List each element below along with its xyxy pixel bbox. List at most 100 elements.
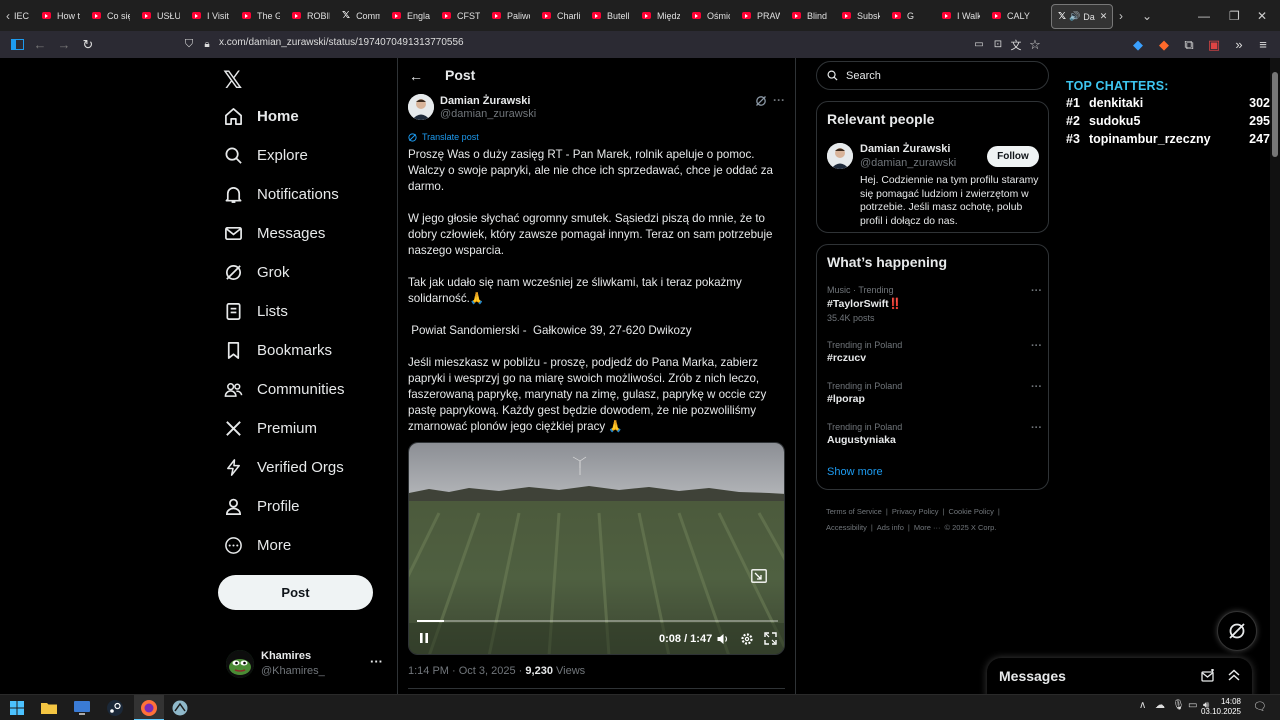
relevant-person-handle[interactable]: @damian_zurawski [860, 157, 956, 169]
post-button[interactable]: Post [218, 575, 373, 610]
footer-link[interactable]: Ads info [877, 523, 904, 532]
video-player[interactable]: 0:08 / 1:47 [408, 442, 785, 655]
relevant-person-name[interactable]: Damian Żurawski [860, 143, 950, 155]
browser-tab[interactable]: Paliwo [480, 0, 530, 31]
bookmark-star-icon[interactable]: ☆ [1025, 31, 1045, 58]
author-handle[interactable]: @damian_zurawski [440, 108, 536, 120]
author-name[interactable]: Damian Żurawski [440, 95, 530, 107]
overflow-chevrons-icon[interactable]: » [1229, 31, 1249, 58]
browser-tab[interactable]: Międz [630, 0, 680, 31]
footer-link[interactable]: Terms of Service [826, 507, 882, 516]
pause-icon[interactable] [417, 631, 431, 645]
url-field[interactable]: x.com/damian_zurawski/status/19740704913… [219, 37, 464, 48]
show-more-link[interactable]: Show more [827, 466, 883, 478]
fullscreen-icon[interactable] [764, 632, 777, 645]
notification-center-icon[interactable]: 🗨︎ [1253, 700, 1267, 713]
translate-post-link[interactable]: Translate post [408, 132, 479, 142]
microphone-icon[interactable]: 🎙︎ [1172, 700, 1185, 711]
browser-tab[interactable]: Co się [80, 0, 130, 31]
browser-tab[interactable]: How t [30, 0, 80, 31]
firefox-taskbar-button[interactable] [134, 695, 164, 720]
grok-explain-icon[interactable] [755, 95, 767, 107]
settings-gear-icon[interactable] [740, 632, 754, 646]
author-avatar[interactable] [408, 94, 434, 120]
app-icon[interactable] [171, 699, 189, 717]
nav-grok[interactable]: Grok [224, 261, 290, 283]
browser-tab[interactable]: Charli [530, 0, 580, 31]
shield-icon[interactable]: ⛉ [179, 31, 199, 58]
nav-home[interactable]: Home [224, 105, 299, 127]
minimize-icon[interactable]: — [1198, 0, 1210, 31]
post-timestamp[interactable]: 1:14 PM · Oct 3, 2025 [408, 665, 516, 677]
file-explorer-icon[interactable] [40, 699, 58, 717]
browser-tab[interactable]: I Visit [180, 0, 230, 31]
browser-tab[interactable]: USŁUC [130, 0, 180, 31]
scrollbar-thumb[interactable] [1272, 72, 1278, 157]
extension-fox-icon[interactable]: ◆ [1154, 31, 1174, 58]
browser-tab[interactable]: ROBIN [280, 0, 330, 31]
footer-link[interactable]: © 2025 X Corp. [945, 523, 997, 532]
tab-scroll-right-icon[interactable]: › [1119, 0, 1123, 31]
screenshot-icon[interactable]: ⊡ [988, 31, 1008, 58]
trend-item[interactable]: Trending in Poland #lporap ··· [827, 381, 1042, 405]
search-input[interactable] [846, 69, 1026, 82]
footer-link[interactable]: Privacy Policy [892, 507, 939, 516]
browser-tab[interactable]: IEC [0, 0, 30, 31]
browser-tab[interactable]: Engla [380, 0, 430, 31]
nav-bookmarks[interactable]: Bookmarks [224, 339, 332, 361]
tab-scroll-left-icon[interactable]: ‹ [6, 0, 10, 31]
new-message-icon[interactable] [1201, 669, 1215, 683]
maximize-icon[interactable]: ❐ [1229, 0, 1240, 31]
volume-icon[interactable] [716, 632, 730, 646]
trend-item[interactable]: Trending in Poland Augustyniaka ··· [827, 422, 1042, 446]
nav-verified-orgs[interactable]: Verified Orgs [224, 456, 344, 478]
browser-tab[interactable]: CFSTV [430, 0, 480, 31]
nav-explore[interactable]: Explore [224, 144, 308, 166]
trend-more-icon[interactable]: ··· [1031, 340, 1042, 352]
browser-tab[interactable]: CALY [980, 0, 1030, 31]
browser-tab[interactable]: Butell [580, 0, 630, 31]
tab-list-dropdown-icon[interactable]: ⌄ [1142, 0, 1152, 31]
browser-tab[interactable]: Ośmic [680, 0, 730, 31]
expand-chevrons-icon[interactable] [1227, 668, 1241, 682]
back-arrow-icon[interactable]: ← [409, 68, 423, 84]
reload-icon[interactable]: ↻ [78, 31, 98, 58]
grok-floating-button[interactable] [1217, 611, 1257, 651]
browser-tab[interactable]: 𝕏 Comm [330, 0, 380, 31]
browser-tab[interactable]: Blind [780, 0, 830, 31]
close-window-icon[interactable]: ✕ [1257, 0, 1267, 31]
trend-item[interactable]: Trending in Poland #rczucv ··· [827, 340, 1042, 364]
footer-link[interactable]: More ··· [914, 523, 941, 532]
onedrive-icon[interactable]: ☁ [1155, 700, 1165, 711]
translate-icon[interactable]: 文 [1006, 31, 1026, 58]
back-icon[interactable]: ← [30, 31, 50, 58]
browser-tab[interactable]: The G [230, 0, 280, 31]
app-menu-icon[interactable]: ≡ [1253, 31, 1273, 58]
footer-link[interactable]: Accessibility [826, 523, 867, 532]
trend-more-icon[interactable]: ··· [1031, 422, 1042, 434]
search-box[interactable] [816, 61, 1049, 90]
lock-icon[interactable]: 🔒︎ [197, 31, 217, 58]
x-home-logo-icon[interactable]: 𝕏 [223, 66, 242, 95]
sidebar-toggle-icon[interactable] [7, 31, 27, 58]
footer-link[interactable]: Cookie Policy [948, 507, 993, 516]
trend-item[interactable]: Music · Trending #TaylorSwift‼️ 35.4K po… [827, 285, 1042, 323]
clock[interactable]: 14:08 03.10.2025 [1195, 697, 1241, 717]
account-switcher[interactable]: Khamires @Khamires_ ··· [226, 648, 386, 682]
browser-tab[interactable]: Subsk [830, 0, 880, 31]
nav-lists[interactable]: Lists [224, 300, 288, 322]
tray-chevron-icon[interactable]: ∧ [1139, 700, 1146, 711]
extensions-icon[interactable]: ⧉ [1179, 31, 1199, 58]
account-menu-icon[interactable]: ··· [370, 654, 383, 669]
relevant-person-avatar[interactable] [827, 143, 853, 169]
nav-notifications[interactable]: Notifications [224, 183, 339, 205]
monitor-app-icon[interactable] [73, 699, 91, 717]
extension-shield-icon[interactable]: ◆ [1128, 31, 1148, 58]
windows-start-icon[interactable] [8, 699, 26, 717]
browser-tab[interactable]: G [880, 0, 930, 31]
nav-profile[interactable]: Profile [224, 495, 300, 517]
nav-premium[interactable]: Premium [224, 417, 317, 439]
browser-tab[interactable]: I Walk [930, 0, 980, 31]
active-tab[interactable]: 𝕏 🔊 Da ✕ [1051, 4, 1113, 29]
reader-view-icon[interactable]: ▭ [969, 31, 989, 58]
